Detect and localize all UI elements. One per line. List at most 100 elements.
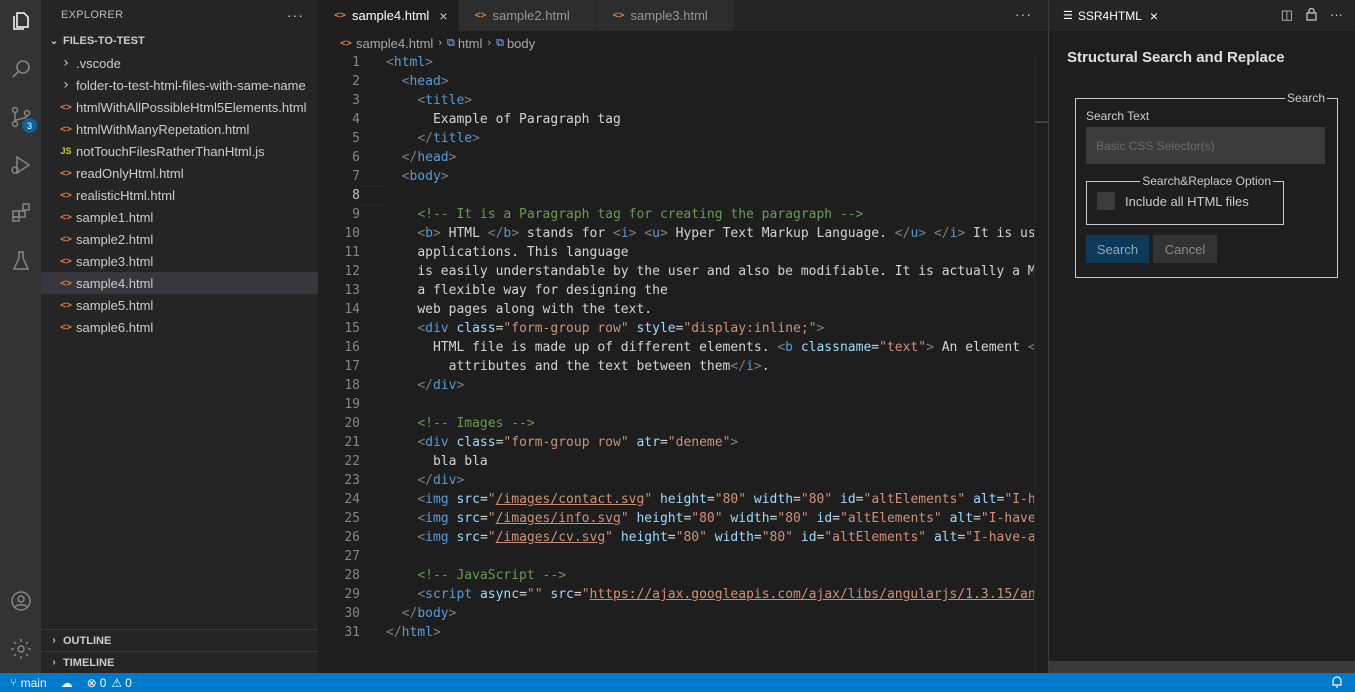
search-icon[interactable] [4,52,37,85]
line-number: 17 [344,359,360,374]
code-line[interactable]: 11 applications. This language [318,243,1034,262]
code-line[interactable]: 9 <!-- It is a Paragraph tag for creatin… [318,205,1034,224]
cancel-button[interactable]: Cancel [1153,235,1217,263]
line-number: 31 [344,625,360,640]
split-editor-icon[interactable]: ◫ [1281,7,1293,24]
element-icon: ⧉ [496,36,504,49]
tree-item[interactable]: <> htmlWithAllPossibleHtml5Elements.html [41,96,318,118]
source-control-icon[interactable]: 3 [4,100,37,133]
breadcrumb-file[interactable]: sample4.html [356,36,433,51]
line-content: <script async="" src="https://ajax.googl… [417,587,1034,602]
explorer-icon[interactable] [4,4,37,37]
code-line[interactable]: 16 HTML file is made up of different ele… [318,338,1034,357]
line-content [360,186,386,205]
code-line[interactable]: 8 [318,186,1034,205]
panel-tab-label: SSR4HTML [1077,8,1142,23]
code-line[interactable]: 28 <!-- JavaScript --> [318,566,1034,585]
js-file-icon: JS [60,146,72,156]
code-line[interactable]: 20 <!-- Images --> [318,414,1034,433]
code-line[interactable]: 7 <body> [318,167,1034,186]
tree-item[interactable]: <> htmlWithManyRepetation.html [41,118,318,140]
code-line[interactable]: 15 <div class="form-group row" style="di… [318,319,1034,338]
root-folder-header[interactable]: ⌄ FILES-TO-TEST [41,30,318,52]
line-number: 8 [352,188,360,203]
line-number: 24 [344,492,360,507]
breadcrumb-body[interactable]: body [507,36,535,51]
panel-scrollbar[interactable] [1049,661,1355,673]
run-debug-icon[interactable] [4,148,37,181]
line-content: HTML file is made up of different elemen… [432,340,1034,355]
code-line[interactable]: 31 </html> [318,623,1034,642]
scm-badge: 3 [22,118,37,133]
line-content: </body> [401,606,457,621]
tree-item[interactable]: <> realisticHtml.html [41,184,318,206]
line-number: 18 [344,378,360,393]
timeline-section[interactable]: › TIMELINE [41,651,318,673]
settings-gear-icon[interactable] [4,632,37,665]
include-all-checkbox[interactable] [1097,192,1115,210]
code-line[interactable]: 5 </title> [318,129,1034,148]
panel-more-icon[interactable]: ··· [1330,7,1343,24]
code-line[interactable]: 1 <html> [318,53,1034,72]
tab-sample2[interactable]: <> sample2.html [458,0,597,31]
code-line[interactable]: 19 [318,395,1034,414]
tree-item[interactable]: <> sample4.html [41,272,318,294]
code-line[interactable]: 25 <img src="/images/info.svg" height="8… [318,509,1034,528]
close-icon[interactable]: × [1150,8,1158,24]
branch-indicator[interactable]: ⑂ main [10,676,47,690]
search-legend: Search [1286,91,1325,105]
lock-icon[interactable] [1305,7,1318,24]
code-editor[interactable]: 1 <html> 2 <head> 3 <title> 4 Example of Par… [318,53,1034,642]
tree-item[interactable]: <> readOnlyHtml.html [41,162,318,184]
outline-section[interactable]: › OUTLINE [41,629,318,651]
code-line[interactable]: 26 <img src="/images/cv.svg" height="80"… [318,528,1034,547]
problems-indicator[interactable]: ⊗ 0 ⚠ 0 [87,676,132,690]
tab-sample4[interactable]: <> sample4.html × [318,0,459,31]
tree-item[interactable]: › folder-to-test-html-files-with-same-nam… [41,74,318,96]
editor-scrollbar[interactable] [1034,53,1049,673]
html-file-icon: <> [59,123,73,135]
code-line[interactable]: 23 </div> [318,471,1034,490]
code-line[interactable]: 14 web pages along with the text. [318,300,1034,319]
line-content: is easily understandable by the user and… [417,264,1034,279]
explorer-more-icon[interactable]: ··· [287,7,304,23]
code-line[interactable]: 21 <div class="form-group row" atr="dene… [318,433,1034,452]
explorer-header: EXPLORER ··· [41,0,318,30]
code-line[interactable]: 29 <script async="" src="https://ajax.go… [318,585,1034,604]
bell-icon[interactable] [1331,675,1343,691]
search-input[interactable] [1086,127,1325,164]
timeline-label: TIMELINE [63,656,115,669]
code-line[interactable]: 2 <head> [318,72,1034,91]
code-line[interactable]: 6 </head> [318,148,1034,167]
code-line[interactable]: 13 a flexible way for designing the [318,281,1034,300]
breadcrumb-html[interactable]: html [458,36,483,51]
close-icon[interactable]: × [439,8,447,24]
code-line[interactable]: 30 </body> [318,604,1034,623]
tab-ssr4html[interactable]: ☰ SSR4HTML × [1063,8,1158,24]
html-file-icon: <> [59,255,73,267]
editor-more-icon[interactable]: ··· [1015,6,1032,22]
tree-item[interactable]: <> sample5.html [41,294,318,316]
code-line[interactable]: 18 </div> [318,376,1034,395]
code-line[interactable]: 24 <img src="/images/contact.svg" height… [318,490,1034,509]
sync-indicator[interactable]: ☁ [61,676,73,690]
code-line[interactable]: 10 <b> HTML </b> stands for <i> <u> Hype… [318,224,1034,243]
testing-icon[interactable] [4,244,37,277]
code-line[interactable]: 12 is easily understandable by the user … [318,262,1034,281]
tree-item[interactable]: <> sample2.html [41,228,318,250]
code-line[interactable]: 3 <title> [318,91,1034,110]
tree-item[interactable]: › .vscode [41,52,318,74]
tree-item[interactable]: <> sample1.html [41,206,318,228]
extensions-icon[interactable] [4,196,37,229]
search-button[interactable]: Search [1086,235,1149,263]
code-line[interactable]: 4 Example of Paragraph tag [318,110,1034,129]
tree-item[interactable]: <> sample3.html [41,250,318,272]
account-icon[interactable] [4,584,37,617]
code-line[interactable]: 27 [318,547,1034,566]
tab-sample3[interactable]: <> sample3.html [596,0,735,31]
code-line[interactable]: 22 bla bla [318,452,1034,471]
tree-item[interactable]: <> sample6.html [41,316,318,338]
tree-item[interactable]: JS notTouchFilesRatherThanHtml.js [41,140,318,162]
code-line[interactable]: 17 attributes and the text between them<… [318,357,1034,376]
html-file-icon: <> [59,167,73,179]
